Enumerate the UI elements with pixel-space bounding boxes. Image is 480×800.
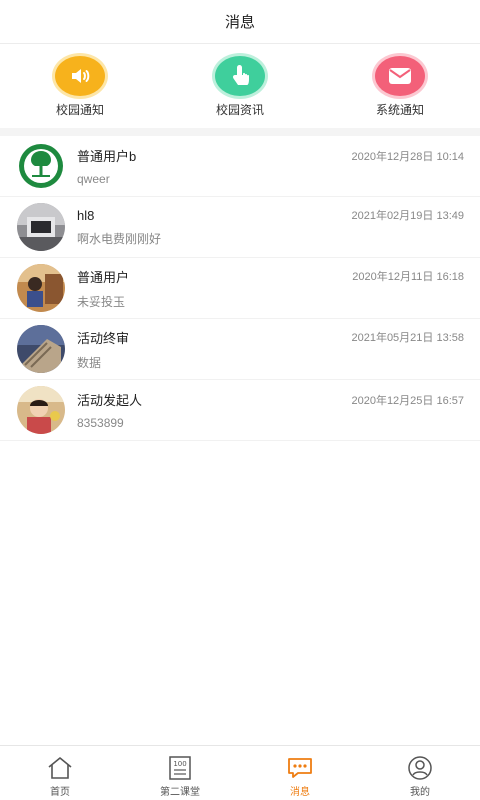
message-preview: 8353899 [77,416,124,430]
quick-link-campus-notice[interactable]: 校园通知 [25,56,135,118]
message-sender: 普通用户 [77,269,130,285]
message-sender: hl8 [77,207,95,223]
message-time: 2021年02月19日 13:49 [351,210,464,222]
message-sender: 活动发起人 [77,393,143,408]
list-item[interactable]: hl8 2021年02月19日 13:49 啊水电费刚刚好 [0,197,480,258]
avatar [17,386,65,434]
message-preview: 啊水电费刚刚好 [77,232,162,246]
envelope-icon [375,56,425,96]
home-icon [46,755,74,781]
quick-link-label: 校园通知 [55,103,104,117]
list-item[interactable]: 普通用户b 2020年12月28日 10:14 qweer [0,136,480,197]
section-divider [0,128,480,136]
tab-home[interactable]: 首页 [0,746,120,800]
quick-link-system-notice[interactable]: 系统通知 [345,56,455,118]
chat-icon [286,755,314,781]
tab-label: 消息 [290,787,310,798]
svg-text:100: 100 [173,760,186,768]
message-time: 2020年12月28日 10:14 [351,150,464,163]
tap-finger-icon [215,56,265,96]
message-time: 2020年12月11日 16:18 [352,271,464,283]
avatar [17,325,65,373]
message-time: 2021年05月21日 13:58 [351,332,464,344]
list-item[interactable]: 普通用户 2020年12月11日 16:18 未妥投玉 [0,258,480,319]
speaker-icon [55,56,105,96]
user-icon [406,755,434,781]
top-header: 消息 [0,0,480,44]
message-time: 2020年12月25日 16:57 [351,394,464,407]
message-preview: 数据 [77,355,102,370]
tab-second-classroom[interactable]: 100 第二课堂 [120,746,240,800]
page-title: 消息 [224,14,255,31]
tab-label: 首页 [50,787,70,798]
message-sender: 普通用户b [77,149,137,164]
message-preview: 未妥投玉 [77,294,126,309]
list-item[interactable]: 活动发起人 2020年12月25日 16:57 8353899 [0,380,480,441]
tab-label: 第二课堂 [160,787,200,798]
quick-links: 校园通知 校园资讯 系统通知 [0,44,480,128]
message-list: 普通用户b 2020年12月28日 10:14 qweer hl8 2021年0… [0,136,480,441]
score-board-icon: 100 [166,755,194,781]
avatar [17,264,65,312]
avatar [17,142,65,190]
tab-profile[interactable]: 我的 [360,746,480,800]
tab-messages[interactable]: 消息 [240,746,360,800]
quick-link-campus-news[interactable]: 校园资讯 [185,56,295,118]
tab-label: 我的 [410,787,430,798]
avatar [17,203,65,251]
quick-link-label: 校园资讯 [215,103,264,117]
quick-link-label: 系统通知 [375,103,424,117]
message-preview: qweer [77,172,110,186]
bottom-tab-bar: 首页 100 第二课堂 消息 我的 [0,745,480,800]
message-sender: 活动终审 [77,330,130,346]
list-item[interactable]: 活动终审 2021年05月21日 13:58 数据 [0,319,480,380]
